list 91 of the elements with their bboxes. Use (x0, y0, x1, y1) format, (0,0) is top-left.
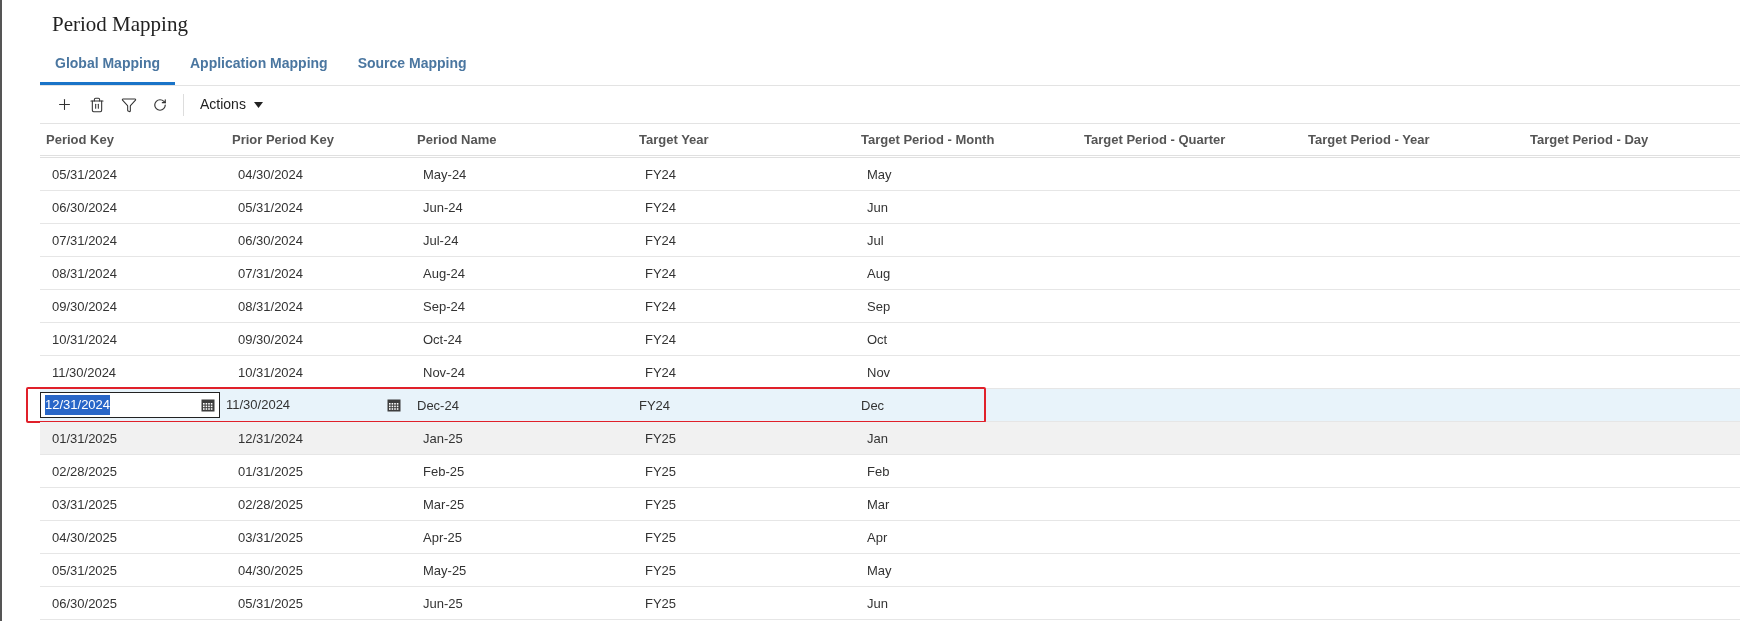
selected-text: 12/31/2024 (45, 395, 111, 415)
calendar-icon[interactable] (387, 398, 401, 412)
table-cell: Jul-24 (423, 233, 459, 248)
table-cell: Nov (867, 365, 891, 380)
table-cell: 07/31/2024 (238, 266, 304, 281)
table-cell: FY24 (645, 200, 677, 215)
table-cell: Apr (867, 530, 888, 545)
column-header[interactable]: Target Period - Month (855, 129, 1078, 150)
actions-menu-button[interactable]: Actions (200, 94, 263, 115)
table-cell: 05/31/2024 (52, 167, 118, 182)
table-cell: FY24 (645, 299, 677, 314)
refresh-icon[interactable] (153, 97, 167, 112)
table-cell: Mar (867, 497, 890, 512)
table-cell: 09/30/2024 (52, 299, 118, 314)
table-cell: May-24 (423, 167, 467, 182)
table-cell: Jun (867, 200, 888, 215)
column-header[interactable]: Target Period - Day (1524, 129, 1740, 150)
table-cell: 02/28/2025 (238, 497, 304, 512)
table-cell: 01/31/2025 (52, 431, 118, 446)
tab[interactable]: Global Mapping (40, 53, 175, 85)
caret-icon (253, 101, 263, 108)
table-cell: FY25 (645, 431, 677, 446)
table-cell: FY24 (645, 233, 677, 248)
table-cell: 06/30/2024 (238, 233, 304, 248)
table-cell: FY24 (645, 167, 677, 182)
column-header[interactable]: Target Period - Quarter (1078, 129, 1302, 150)
tab[interactable]: Source Mapping (342, 53, 482, 85)
table-cell: May-25 (423, 563, 467, 578)
table-cell: FY24 (645, 332, 677, 347)
table-cell: 12/31/2024 (238, 431, 304, 446)
table-cell: Apr-25 (423, 530, 463, 545)
table-cell: Jan-25 (423, 431, 463, 446)
table-cell: Jun (867, 596, 888, 611)
table-cell[interactable]: 11/30/2024 (226, 395, 291, 415)
table-cell: 05/31/2025 (238, 596, 304, 611)
calendar-icon[interactable] (201, 398, 215, 412)
date-input-field[interactable]: 12/31/2024 (40, 392, 220, 418)
table-cell: 05/31/2024 (238, 200, 304, 215)
table-cell: Dec-24 (417, 398, 459, 413)
table-cell: Feb-25 (423, 464, 465, 479)
table-cell: 10/31/2024 (238, 365, 304, 380)
column-header[interactable]: Prior Period Key (226, 129, 411, 150)
table-cell: May (867, 563, 892, 578)
table-cell: 04/30/2025 (52, 530, 118, 545)
table-cell: Feb (867, 464, 890, 479)
table-cell: 02/28/2025 (52, 464, 118, 479)
table-cell: May (867, 167, 892, 182)
table-cell: 08/31/2024 (238, 299, 304, 314)
table-cell: 10/31/2024 (52, 332, 118, 347)
table-cell: FY25 (645, 530, 677, 545)
table-cell: 06/30/2025 (52, 596, 118, 611)
table-cell: Aug (867, 266, 891, 281)
filter-icon[interactable] (121, 96, 137, 113)
table-cell: Sep-24 (423, 299, 465, 314)
table-cell: Aug-24 (423, 266, 465, 281)
table-cell: FY24 (639, 398, 671, 413)
table-cell: Oct-24 (423, 332, 462, 347)
delete-icon[interactable] (89, 96, 105, 113)
table-cell: Jun-24 (423, 200, 463, 215)
table-cell: Mar-25 (423, 497, 465, 512)
table-cell: 08/31/2024 (52, 266, 118, 281)
table-cell: FY25 (645, 464, 677, 479)
table-cell: 03/31/2025 (238, 530, 304, 545)
table-cell: Jul (867, 233, 884, 248)
table-cell: FY24 (645, 266, 677, 281)
column-header[interactable]: Period Name (411, 129, 633, 150)
table-cell: 05/31/2025 (52, 563, 118, 578)
table-cell: Jan (867, 431, 888, 446)
column-header[interactable]: Target Period - Year (1302, 129, 1524, 150)
table-cell: Oct (867, 332, 888, 347)
table-cell: Jun-25 (423, 596, 463, 611)
table-cell: 09/30/2024 (238, 332, 304, 347)
table-cell: 04/30/2025 (238, 563, 304, 578)
table-cell: 04/30/2024 (238, 167, 304, 182)
column-header[interactable]: Period Key (40, 129, 226, 150)
table-cell: Nov-24 (423, 365, 465, 380)
table-cell: 01/31/2025 (238, 464, 304, 479)
add-icon[interactable] (56, 96, 73, 113)
table-cell: 06/30/2024 (52, 200, 118, 215)
table-cell: FY25 (645, 563, 677, 578)
table-cell: FY25 (645, 497, 677, 512)
table-cell: 03/31/2025 (52, 497, 118, 512)
tab[interactable]: Application Mapping (175, 53, 343, 85)
table-cell: Sep (867, 299, 891, 314)
table-cell: Dec (861, 398, 885, 413)
page-title: Period Mapping (51, 11, 189, 38)
table-cell: FY24 (645, 365, 677, 380)
table-cell: 07/31/2024 (52, 233, 118, 248)
column-header[interactable]: Target Year (633, 129, 855, 150)
table-cell: 11/30/2024 (52, 365, 117, 380)
table-cell: FY25 (645, 596, 677, 611)
